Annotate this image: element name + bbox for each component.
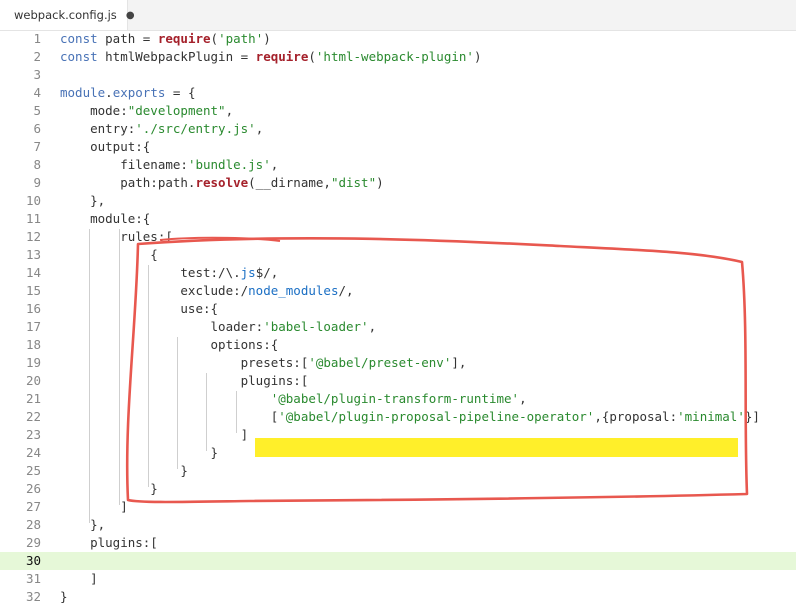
red-hand-drawn-annotation <box>125 236 749 504</box>
